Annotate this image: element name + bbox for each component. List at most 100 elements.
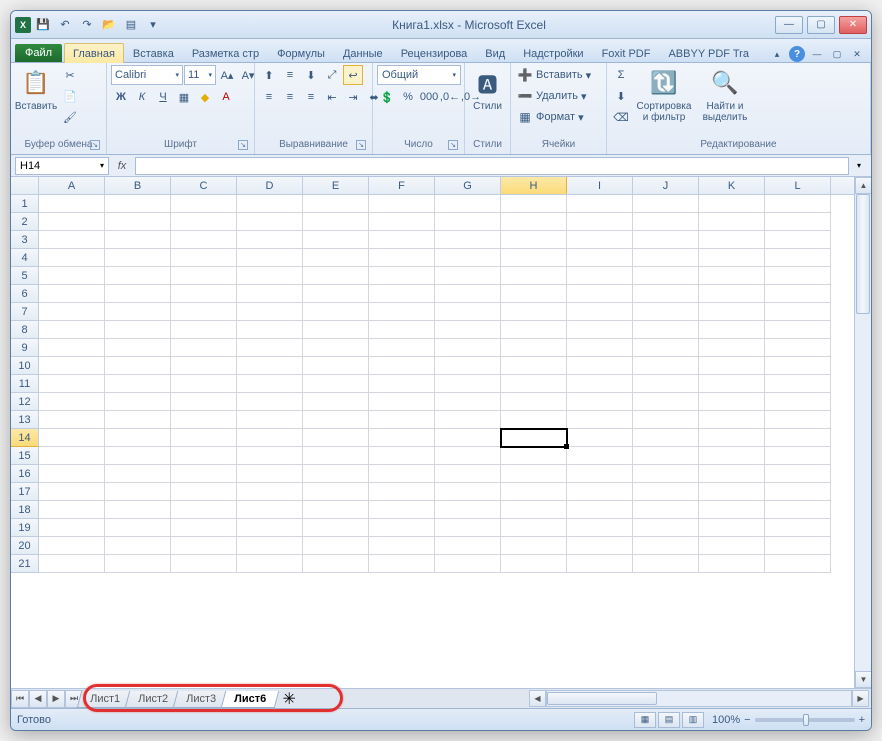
cell-D21[interactable]: [237, 555, 303, 573]
cell-J21[interactable]: [633, 555, 699, 573]
cell-A7[interactable]: [39, 303, 105, 321]
cell-H6[interactable]: [501, 285, 567, 303]
cell-F17[interactable]: [369, 483, 435, 501]
cell-J5[interactable]: [633, 267, 699, 285]
sheet-tab-Лист6[interactable]: Лист6: [221, 691, 280, 708]
cell-I20[interactable]: [567, 537, 633, 555]
zoom-out-icon[interactable]: −: [744, 714, 750, 726]
cell-J18[interactable]: [633, 501, 699, 519]
page-break-view-icon[interactable]: ▥: [682, 712, 704, 728]
row-header-21[interactable]: 21: [11, 555, 39, 573]
styles-button[interactable]: 🅰 Стили: [469, 65, 506, 112]
cell-E3[interactable]: [303, 231, 369, 249]
border-icon[interactable]: ▦: [174, 87, 194, 107]
cell-L13[interactable]: [765, 411, 831, 429]
cell-G7[interactable]: [435, 303, 501, 321]
cell-D1[interactable]: [237, 195, 303, 213]
minimize-button[interactable]: —: [775, 16, 803, 34]
workbook-restore-icon[interactable]: ▢: [829, 47, 845, 61]
zoom-knob[interactable]: [803, 714, 809, 726]
cell-B2[interactable]: [105, 213, 171, 231]
worksheet[interactable]: ABCDEFGHIJKL 123456789101112131415161718…: [11, 177, 854, 688]
cell-B19[interactable]: [105, 519, 171, 537]
file-tab[interactable]: Файл: [15, 44, 62, 62]
column-header-L[interactable]: L: [765, 177, 831, 194]
select-all-corner[interactable]: [11, 177, 39, 194]
cell-C19[interactable]: [171, 519, 237, 537]
font-size-select[interactable]: 11: [184, 65, 216, 85]
cell-K18[interactable]: [699, 501, 765, 519]
cell-J14[interactable]: [633, 429, 699, 447]
sheet-prev-icon[interactable]: ◀: [29, 690, 47, 708]
cell-G18[interactable]: [435, 501, 501, 519]
cell-E21[interactable]: [303, 555, 369, 573]
cell-I14[interactable]: [567, 429, 633, 447]
cell-K20[interactable]: [699, 537, 765, 555]
cell-B1[interactable]: [105, 195, 171, 213]
cell-I15[interactable]: [567, 447, 633, 465]
orientation-icon[interactable]: ⤢: [322, 65, 342, 85]
cell-F14[interactable]: [369, 429, 435, 447]
find-select-button[interactable]: 🔍 Найти и выделить: [697, 65, 753, 123]
cell-L2[interactable]: [765, 213, 831, 231]
cell-B20[interactable]: [105, 537, 171, 555]
row-header-5[interactable]: 5: [11, 267, 39, 285]
tab-review[interactable]: Рецензирова: [392, 43, 477, 63]
cell-B6[interactable]: [105, 285, 171, 303]
cell-I17[interactable]: [567, 483, 633, 501]
cell-H8[interactable]: [501, 321, 567, 339]
cell-G11[interactable]: [435, 375, 501, 393]
cell-G1[interactable]: [435, 195, 501, 213]
cell-F9[interactable]: [369, 339, 435, 357]
cell-L5[interactable]: [765, 267, 831, 285]
cell-C17[interactable]: [171, 483, 237, 501]
cell-L10[interactable]: [765, 357, 831, 375]
page-layout-view-icon[interactable]: ▤: [658, 712, 680, 728]
cell-H7[interactable]: [501, 303, 567, 321]
cell-C12[interactable]: [171, 393, 237, 411]
cell-C8[interactable]: [171, 321, 237, 339]
horizontal-scrollbar[interactable]: ◀ ▶: [529, 690, 869, 707]
sort-filter-button[interactable]: 🔃 Сортировка и фильтр: [634, 65, 694, 123]
cell-L6[interactable]: [765, 285, 831, 303]
row-header-7[interactable]: 7: [11, 303, 39, 321]
cell-F6[interactable]: [369, 285, 435, 303]
cell-L16[interactable]: [765, 465, 831, 483]
row-header-17[interactable]: 17: [11, 483, 39, 501]
cell-C16[interactable]: [171, 465, 237, 483]
cell-L3[interactable]: [765, 231, 831, 249]
cell-A13[interactable]: [39, 411, 105, 429]
cell-F10[interactable]: [369, 357, 435, 375]
cell-E13[interactable]: [303, 411, 369, 429]
cell-B14[interactable]: [105, 429, 171, 447]
row-header-1[interactable]: 1: [11, 195, 39, 213]
cell-C2[interactable]: [171, 213, 237, 231]
cell-C18[interactable]: [171, 501, 237, 519]
cell-J1[interactable]: [633, 195, 699, 213]
cell-J12[interactable]: [633, 393, 699, 411]
fill-icon[interactable]: ⬇: [611, 86, 631, 106]
cell-L7[interactable]: [765, 303, 831, 321]
cell-I5[interactable]: [567, 267, 633, 285]
column-header-E[interactable]: E: [303, 177, 369, 194]
cell-B9[interactable]: [105, 339, 171, 357]
font-name-select[interactable]: Calibri: [111, 65, 183, 85]
tab-abbyy[interactable]: ABBYY PDF Tra: [659, 43, 758, 63]
cell-K16[interactable]: [699, 465, 765, 483]
cell-K15[interactable]: [699, 447, 765, 465]
cell-F1[interactable]: [369, 195, 435, 213]
cell-E18[interactable]: [303, 501, 369, 519]
cell-A5[interactable]: [39, 267, 105, 285]
row-header-15[interactable]: 15: [11, 447, 39, 465]
tab-view[interactable]: Вид: [476, 43, 514, 63]
cell-E2[interactable]: [303, 213, 369, 231]
cell-G16[interactable]: [435, 465, 501, 483]
cell-E9[interactable]: [303, 339, 369, 357]
cell-G9[interactable]: [435, 339, 501, 357]
sheet-next-icon[interactable]: ▶: [47, 690, 65, 708]
cell-B12[interactable]: [105, 393, 171, 411]
row-header-10[interactable]: 10: [11, 357, 39, 375]
cell-G21[interactable]: [435, 555, 501, 573]
format-cells-button[interactable]: ▦Формат ▾: [515, 107, 593, 127]
align-middle-icon[interactable]: ≡: [280, 65, 300, 85]
